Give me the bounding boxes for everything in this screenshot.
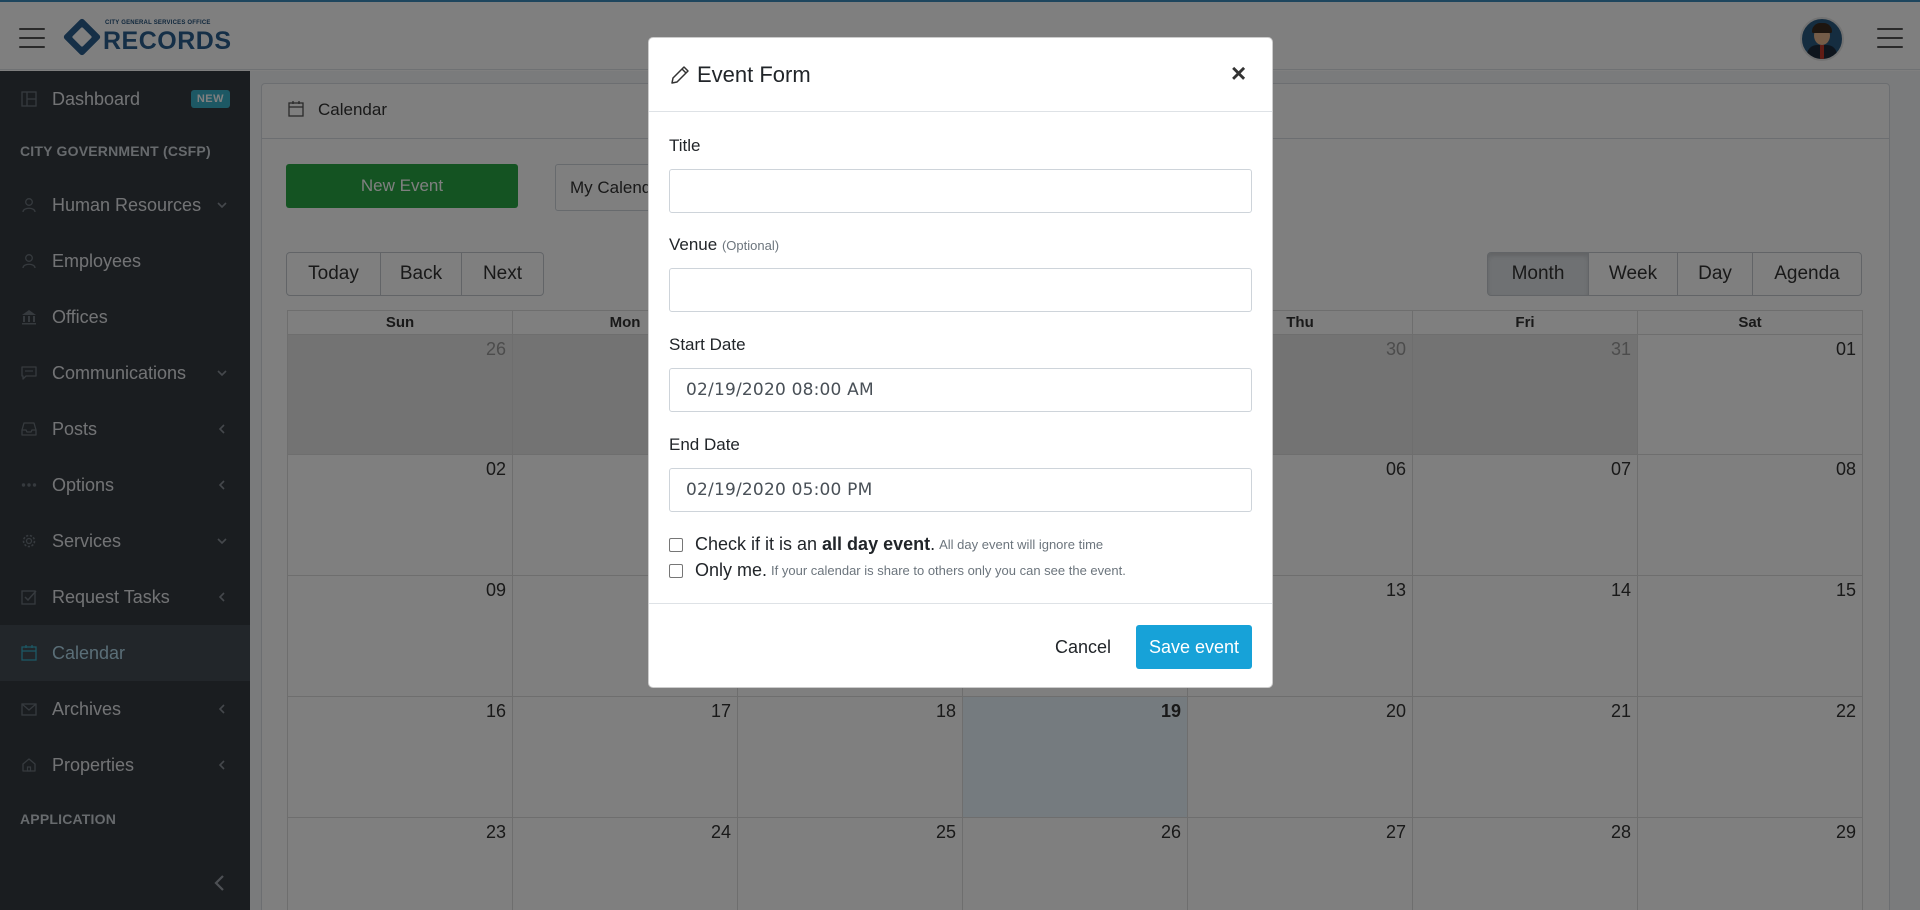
modal-header: Event Form × — [649, 38, 1272, 112]
venue-label: Venue (Optional) — [669, 235, 779, 255]
save-event-button[interactable]: Save event — [1136, 625, 1252, 669]
venue-optional-hint: (Optional) — [721, 238, 780, 253]
start-date-label: Start Date — [669, 335, 746, 354]
pencil-icon — [669, 64, 691, 86]
only-me-note: If your calendar is share to others only… — [771, 563, 1126, 578]
title-input[interactable] — [669, 169, 1252, 213]
modal-footer-divider — [649, 603, 1272, 604]
only-me-row: Only me. If your calendar is share to ot… — [669, 560, 1126, 581]
venue-input[interactable] — [669, 268, 1252, 312]
end-date-label: End Date — [669, 435, 740, 454]
all-day-label: Check if it is an all day event. — [695, 534, 936, 554]
venue-label-text: Venue — [669, 235, 718, 254]
end-date-input[interactable]: 02/19/2020 05:00 PM — [669, 468, 1252, 512]
start-date-input[interactable]: 02/19/2020 08:00 AM — [669, 368, 1252, 412]
only-me-checkbox[interactable] — [669, 563, 683, 578]
close-icon[interactable]: × — [1231, 60, 1246, 86]
all-day-row: Check if it is an all day event. All day… — [669, 534, 1103, 555]
cancel-button[interactable]: Cancel — [1049, 625, 1117, 669]
title-label: Title — [669, 136, 701, 155]
modal-title: Event Form — [697, 62, 811, 87]
event-form-modal: Event Form × Title Venue (Optional) Star… — [648, 37, 1273, 688]
all-day-note: All day event will ignore time — [939, 537, 1104, 552]
all-day-checkbox[interactable] — [669, 537, 683, 552]
only-me-label: Only me. — [695, 560, 768, 580]
